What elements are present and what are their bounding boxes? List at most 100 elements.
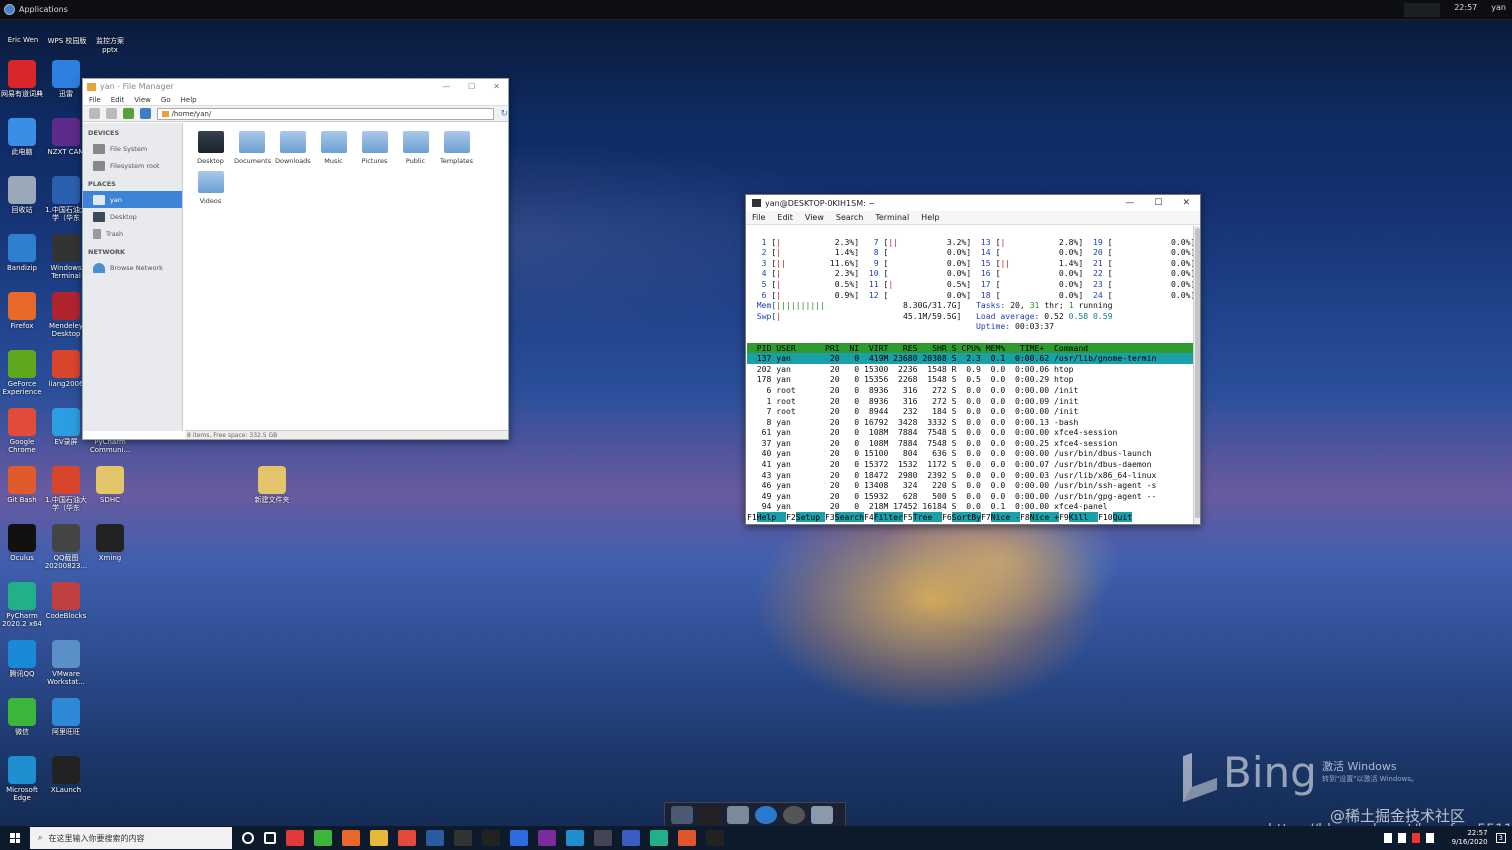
desktop-icon[interactable]: 1.中国石油大学（华东 [44,466,88,512]
desktop-icon[interactable]: Xming [88,524,132,562]
desktop-icon[interactable]: QQ截图20200823... [44,524,88,570]
fkey-label[interactable]: Filter [873,512,903,523]
taskbar-search[interactable]: ⌕ 在这里输入你要搜索的内容 [30,827,232,849]
cortana-icon[interactable] [242,832,254,844]
maximize-button[interactable]: ☐ [1154,198,1162,208]
address-bar[interactable]: /home/yan/ [156,107,495,120]
menu-edit[interactable]: Edit [111,96,125,104]
process-row[interactable]: 7 root 20 0 8944 232 184 S 0.0 0.0 0:00.… [747,406,1194,417]
applications-menu[interactable]: Applications [0,4,68,15]
desktop-icon[interactable]: 腾讯QQ [0,640,44,678]
menu-go[interactable]: Go [161,96,171,104]
menu-terminal[interactable]: Terminal [875,213,909,222]
minimize-button[interactable]: — [1125,198,1134,208]
close-button[interactable]: ✕ [1182,198,1190,208]
minimize-button[interactable]: — [442,82,450,91]
scrollbar-thumb[interactable] [1195,228,1200,518]
fkey-label[interactable]: Search [834,512,864,523]
cmd-icon[interactable] [482,830,500,846]
sidebar-item-file-system[interactable]: File System [83,140,182,157]
chrome-icon[interactable] [398,830,416,846]
desktop-icon[interactable]: Oculus [0,524,44,562]
desktop-icon[interactable]: 此电脑 [0,118,44,156]
vscode-icon[interactable] [566,830,584,846]
maximize-button[interactable]: ☐ [468,82,475,91]
vpn-icon[interactable] [622,830,640,846]
terminal-icon[interactable] [454,830,472,846]
fkey-label[interactable]: Nice - [990,512,1020,523]
back-arrow-icon[interactable] [89,108,100,119]
feishu-icon[interactable] [510,830,528,846]
process-row[interactable]: 41 yan 20 0 15372 1532 1172 S 0.0 0.0 0:… [747,459,1194,470]
desktop-icon[interactable]: CodeBlocks [44,582,88,620]
desktop-icon[interactable]: Bandizip [0,234,44,272]
folder-item[interactable]: Public [398,131,433,165]
folder-item[interactable]: Pictures [357,131,392,165]
process-row[interactable]: 43 yan 20 0 18472 2980 2392 S 0.0 0.0 0:… [747,470,1194,481]
menu-help[interactable]: Help [921,213,939,222]
forward-arrow-icon[interactable] [105,108,117,119]
process-row[interactable]: 46 yan 20 0 13408 324 220 S 0.0 0.0 0:00… [747,480,1194,491]
folder-item[interactable]: Desktop [193,131,228,165]
desktop-label-2[interactable]: WPS 校园版 [44,36,90,46]
file-manager-launcher-icon[interactable] [727,806,749,824]
desktop-icon[interactable]: 新建文件夹 [250,466,294,504]
sidebar-item-trash[interactable]: Trash [83,225,182,242]
fkey-label[interactable]: Tree [912,512,942,523]
onenote-icon[interactable] [538,830,556,846]
desktop-icon[interactable]: PyCharm 2020.2 x64 [0,582,44,628]
ubuntu-icon[interactable] [678,830,696,846]
folder-item[interactable]: Music [316,131,351,165]
menu-edit[interactable]: Edit [777,213,793,222]
desktop-label-1[interactable]: Eric Wen [4,36,42,44]
process-row[interactable]: 6 root 20 0 8936 316 272 S 0.0 0.0 0:00.… [747,385,1194,396]
sidebar-item-browse-network[interactable]: Browse Network [83,259,182,276]
sidebar-item-filesystem-root[interactable]: Filesystem root [83,157,182,174]
xfce-icon[interactable] [594,830,612,846]
menu-search[interactable]: Search [836,213,863,222]
fkey-label[interactable]: SortBy [951,512,981,523]
folder-item[interactable]: Downloads [275,131,311,165]
pycharm-icon[interactable] [650,830,668,846]
desktop-icon[interactable]: 网易有道词典 [0,60,44,98]
desktop-icon[interactable]: Firefox [0,292,44,330]
desktop-icon[interactable]: 回收站 [0,176,44,214]
firefox-icon[interactable] [342,830,360,846]
wechat-icon[interactable] [314,830,332,846]
process-row[interactable]: 94 yan 20 0 218M 17452 16184 S 0.0 0.1 0… [747,501,1194,512]
desktop-label-3[interactable]: 监控方案pptx [92,36,128,54]
fkey-label[interactable]: Quit [1112,512,1133,523]
desktop-icon[interactable]: SDHC [88,466,132,504]
sidebar-item-yan[interactable]: yan [83,191,182,208]
terminal-scrollbar[interactable] [1193,226,1200,524]
menu-help[interactable]: Help [181,96,197,104]
terminal-window[interactable]: yan@DESKTOP-0KIH1SM: ~ — ☐ ✕ File Edit V… [745,194,1201,525]
tray-clock[interactable]: 22:57 9/16/2020 [1452,829,1488,847]
app-finder-icon[interactable] [783,806,805,824]
process-row[interactable]: 8 yan 20 0 16792 3428 3332 S 0.0 0.0 0:0… [747,417,1194,428]
explorer-icon[interactable] [370,830,388,846]
file-manager-window[interactable]: yan - File Manager — ☐ ✕ File Edit View … [82,78,509,440]
menu-view[interactable]: View [134,96,151,104]
desktop-icon[interactable]: Google Chrome [0,408,44,454]
panel-user[interactable]: yan [1491,3,1506,17]
folder-launcher-icon[interactable] [811,806,833,824]
menu-view[interactable]: View [805,213,824,222]
process-row[interactable]: 137 yan 20 0 419M 23680 20308 S 2.3 0.1 … [747,353,1194,364]
process-row[interactable]: 40 yan 20 0 15100 804 636 S 0.0 0.0 0:00… [747,448,1194,459]
process-row[interactable]: 61 yan 20 0 108M 7884 7548 S 0.0 0.0 0:0… [747,427,1194,438]
terminal-launcher-icon[interactable] [699,806,721,824]
desktop-icon[interactable]: Microsoft Edge [0,756,44,802]
file-manager-titlebar[interactable]: yan - File Manager — ☐ ✕ [83,79,508,94]
start-button[interactable] [0,826,30,850]
fkey-label[interactable]: Help [756,512,786,523]
panel-clock[interactable]: 22:57 [1454,3,1477,17]
folder-item[interactable]: Templates [439,131,474,165]
fkey-label[interactable]: Setup [795,512,825,523]
desktop-icon[interactable]: XLaunch [44,756,88,794]
process-row[interactable]: 49 yan 20 0 15932 628 500 S 0.0 0.0 0:00… [747,491,1194,502]
folder-item[interactable]: Documents [234,131,271,165]
fkey-label[interactable]: Kill [1068,512,1098,523]
desktop-icon[interactable]: Git Bash [0,466,44,504]
htop-screen[interactable]: 1 [| 2.3%] 7 [|| 3.2%] 13 [| 2.8%] 19 [ … [747,226,1194,524]
